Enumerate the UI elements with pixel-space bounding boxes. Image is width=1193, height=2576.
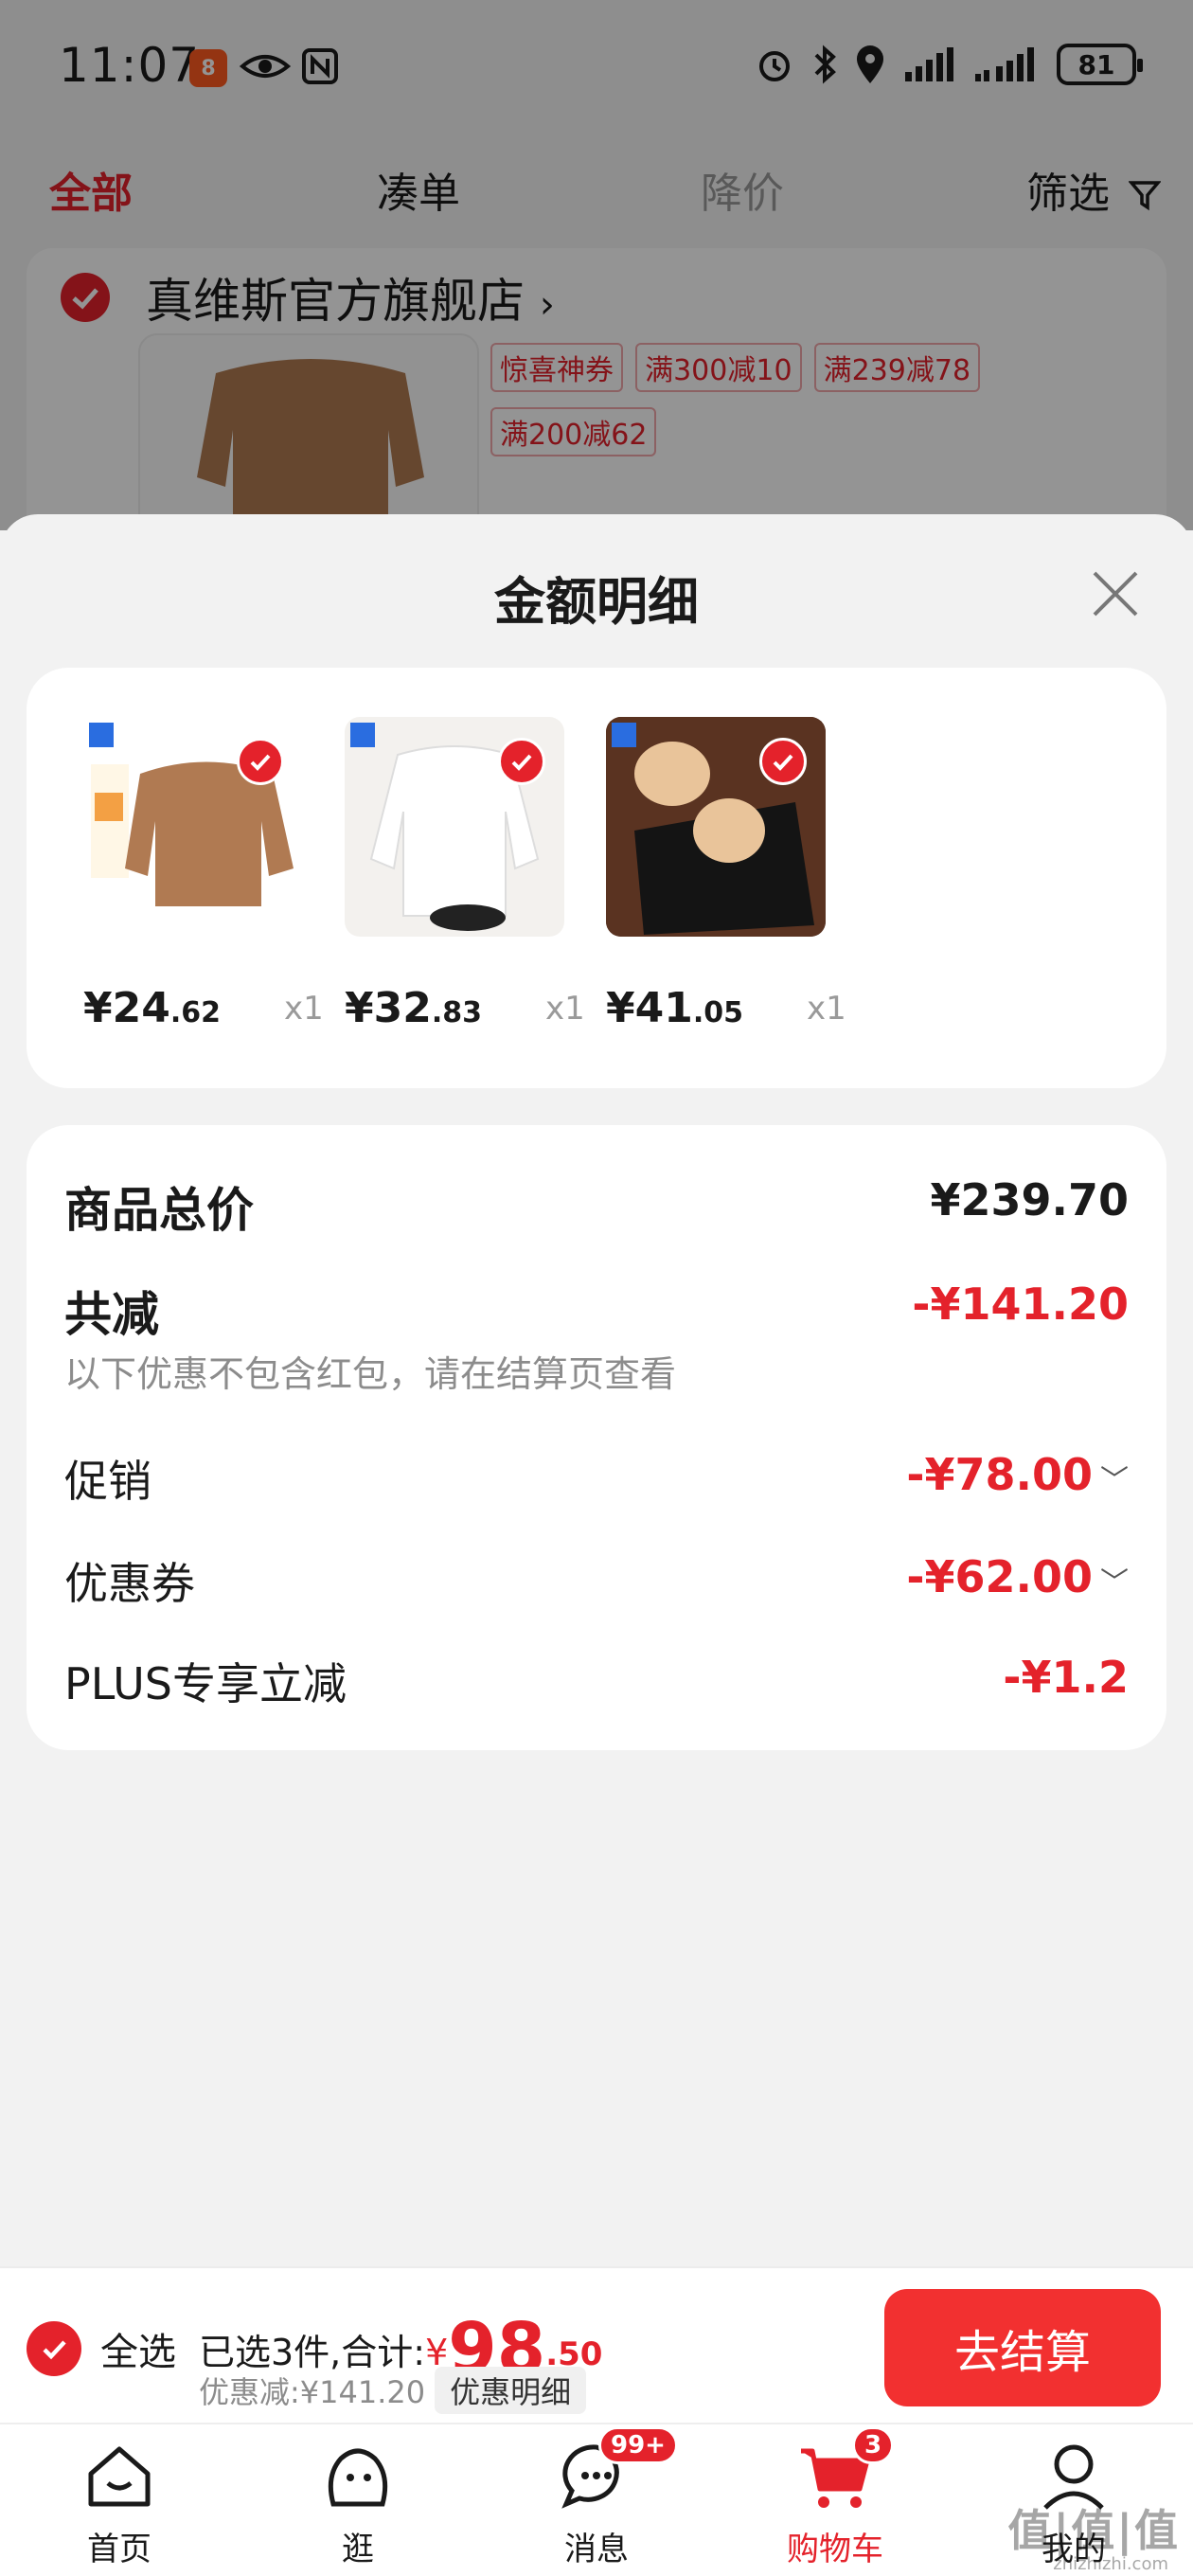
product-price: ¥24.62 — [83, 984, 221, 1032]
nav-label: 消息 — [564, 2531, 629, 2568]
coupon-value: -¥62.00 — [906, 1551, 1093, 1602]
promotion-value: -¥78.00 — [906, 1449, 1093, 1500]
product-price-decimal: .83 — [431, 996, 483, 1029]
chevron-down-icon: ﹀ — [1100, 1566, 1129, 1600]
product-price: ¥32.83 — [345, 984, 482, 1032]
product-item[interactable]: ¥41.05 x1 — [568, 717, 846, 1039]
amount-detail-sheet: 金额明细 ¥24.62 x1 ¥32.83 x1 ¥41.05 x1 商品总价 … — [0, 514, 1193, 2266]
message-badge: 99+ — [598, 2426, 678, 2464]
select-all-label[interactable]: 全选 — [100, 2321, 176, 2376]
home-icon — [81, 2438, 157, 2513]
check-icon[interactable] — [759, 738, 807, 785]
total-price-value: ¥239.70 — [930, 1174, 1129, 1225]
nav-item-browse[interactable]: 逛 — [282, 2438, 434, 2570]
product-item[interactable]: ¥24.62 x1 — [45, 717, 324, 1039]
product-price-decimal: .62 — [169, 996, 222, 1029]
discount-detail-button[interactable]: 优惠明细 — [435, 2367, 587, 2414]
nav-item-cart[interactable]: 3 购物车 — [759, 2426, 911, 2570]
discount-amount: 优惠减:¥141.20 — [199, 2374, 426, 2410]
checkout-button[interactable]: 去结算 — [884, 2289, 1161, 2406]
product-price-integer: ¥41 — [606, 984, 693, 1032]
product-quantity: x1 — [807, 990, 846, 1028]
watermark-logo: 值|值|值 — [1007, 2505, 1180, 2556]
product-price-decimal: .05 — [692, 996, 744, 1029]
coupon-row-toggle[interactable]: -¥62.00 ﹀ — [906, 1551, 1129, 1602]
select-all-check-icon[interactable] — [27, 2321, 81, 2376]
promotion-row-toggle[interactable]: -¥78.00 ﹀ — [906, 1449, 1129, 1500]
product-image — [345, 717, 564, 937]
product-item[interactable]: ¥32.83 x1 — [307, 717, 585, 1039]
checkout-bar: 全选 已选3件,合计:¥98.50 优惠减:¥141.20 优惠明细 去结算 — [0, 2266, 1193, 2423]
nav-label: 购物车 — [787, 2531, 883, 2568]
product-image — [606, 717, 826, 937]
coupon-label: 优惠券 — [64, 1558, 195, 1609]
check-icon[interactable] — [498, 738, 545, 785]
bottom-navigation: 首页 逛 99+ 消息 3 购物车 我的 值|值|值 zhizhizhi.com — [0, 2423, 1193, 2576]
browse-icon — [320, 2438, 396, 2513]
plus-discount-value: -¥1.2 — [1003, 1652, 1129, 1703]
modal-backdrop[interactable] — [0, 0, 1193, 530]
plus-discount-label: PLUS专享立减 — [64, 1658, 347, 1709]
selected-products-card: ¥24.62 x1 ¥32.83 x1 ¥41.05 x1 — [27, 668, 1166, 1088]
message-icon: 99+ — [559, 2426, 678, 2513]
price-summary-card: 商品总价 ¥239.70 共减 -¥141.20 以下优惠不包含红包，请在结算页… — [27, 1125, 1166, 1750]
total-reduce-label: 共减 — [64, 1287, 159, 1342]
product-price-integer: ¥24 — [83, 984, 170, 1032]
check-icon[interactable] — [237, 738, 284, 785]
sheet-title: 金额明细 — [494, 572, 699, 632]
cart-icon: 3 — [797, 2426, 895, 2513]
nav-item-messages[interactable]: 99+ 消息 — [521, 2426, 678, 2570]
promotion-label: 促销 — [64, 1456, 151, 1507]
reduce-note: 以下优惠不包含红包，请在结算页查看 — [64, 1353, 677, 1395]
nav-label: 首页 — [87, 2531, 151, 2568]
nav-label: 逛 — [342, 2531, 374, 2568]
product-price-integer: ¥32 — [345, 984, 432, 1032]
cart-badge: 3 — [852, 2426, 895, 2464]
total-price-label: 商品总价 — [64, 1183, 254, 1238]
product-image — [83, 717, 303, 937]
nav-item-home[interactable]: 首页 — [44, 2438, 195, 2570]
product-price: ¥41.05 — [606, 984, 743, 1032]
chevron-down-icon: ﹀ — [1100, 1464, 1129, 1497]
watermark-url: zhizhizhi.com — [1053, 2554, 1168, 2574]
close-icon[interactable] — [1085, 564, 1146, 624]
discount-line: 优惠减:¥141.20 优惠明细 — [199, 2367, 587, 2414]
total-reduce-value: -¥141.20 — [912, 1279, 1129, 1330]
